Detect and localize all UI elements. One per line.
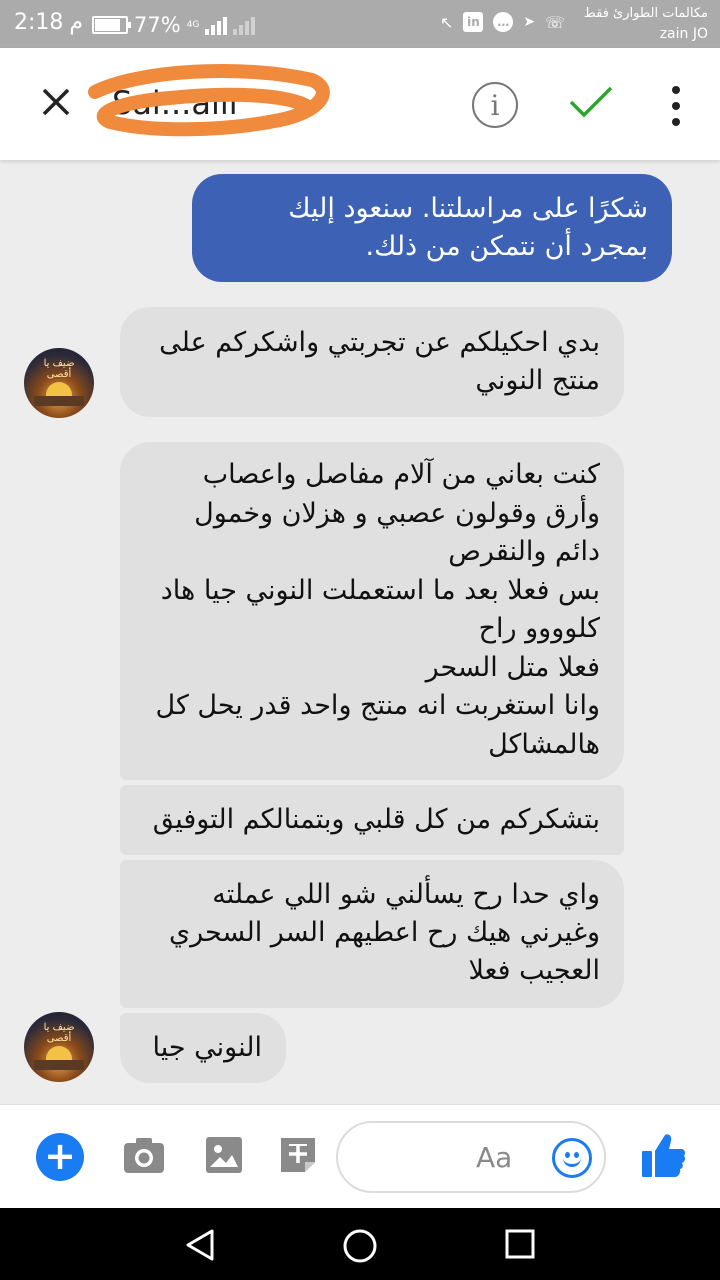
message-input-placeholder: Aa bbox=[476, 1141, 513, 1174]
linkedin-icon: in bbox=[463, 12, 484, 32]
navigation-bar bbox=[0, 1208, 720, 1280]
battery-indicator: 77% 4G bbox=[92, 13, 256, 37]
conversation-header: Sal...aili i bbox=[0, 48, 720, 160]
message-outgoing[interactable]: شكرًا على مراسلتنا. سنعود إليك بمجرد أن … bbox=[192, 174, 672, 282]
redaction-scribble bbox=[88, 63, 330, 137]
recents-icon[interactable] bbox=[504, 1228, 536, 1260]
info-icon[interactable]: i bbox=[472, 82, 518, 128]
no-call-icon: ☏ bbox=[545, 12, 566, 32]
battery-icon bbox=[92, 16, 131, 34]
message-incoming[interactable]: واي حدا رح يسألني شو اللي عملته وغيرني ه… bbox=[120, 860, 624, 1008]
add-icon[interactable]: + bbox=[36, 1133, 84, 1181]
missed-call-icon: ↖ bbox=[440, 12, 454, 32]
avatar[interactable]: ضيف يا أقصى bbox=[24, 348, 94, 418]
status-time: 2:18 م bbox=[14, 10, 84, 35]
camera-icon[interactable] bbox=[122, 1135, 166, 1175]
signal-icon-secondary bbox=[233, 15, 256, 35]
message-composer: + Aa bbox=[0, 1104, 720, 1208]
more-options-icon[interactable] bbox=[668, 86, 684, 126]
avatar[interactable]: ضيف يا أقصى bbox=[24, 1012, 94, 1082]
checkmark-icon[interactable] bbox=[568, 84, 614, 120]
carrier-emergency: مكالمات الطوارئ فقط bbox=[583, 6, 708, 21]
signal-icon bbox=[205, 15, 228, 35]
home-icon[interactable] bbox=[342, 1228, 378, 1264]
message-incoming[interactable]: بدي احكيلكم عن تجربتي واشكركم على منتج ا… bbox=[120, 307, 624, 417]
notification-icons: ↖ in … ➤ ☏ bbox=[440, 12, 565, 32]
avatar-text: ضيف يا أقصى bbox=[43, 1022, 75, 1044]
emoji-icon[interactable] bbox=[552, 1138, 592, 1178]
battery-percent: 77% bbox=[134, 13, 181, 37]
send-icon: ➤ bbox=[523, 14, 536, 30]
message-incoming[interactable]: النوني جيا bbox=[120, 1013, 286, 1083]
sticker-icon[interactable] bbox=[278, 1135, 318, 1175]
back-icon[interactable] bbox=[184, 1228, 216, 1262]
status-bar: 2:18 م 77% 4G ↖ in … ➤ ☏ مكالمات الطوارئ… bbox=[0, 0, 720, 48]
thumbs-up-icon[interactable] bbox=[640, 1131, 686, 1179]
close-icon[interactable] bbox=[38, 84, 74, 120]
message-incoming[interactable]: بتشكركم من كل قلبي وبتمنالكم التوفيق bbox=[120, 785, 624, 855]
network-type: 4G bbox=[186, 19, 200, 30]
avatar-text: ضيف يا أقصى bbox=[43, 358, 75, 380]
carrier-info: مكالمات الطوارئ فقط zain JO bbox=[584, 4, 708, 44]
carrier-name: zain JO bbox=[659, 26, 708, 42]
gallery-icon[interactable] bbox=[204, 1135, 244, 1175]
messenger-icon: … bbox=[493, 12, 514, 32]
message-input[interactable]: Aa bbox=[336, 1121, 606, 1193]
message-incoming[interactable]: كنت بعاني من آلام مفاصل واعصاب وأرق وقول… bbox=[120, 442, 624, 780]
